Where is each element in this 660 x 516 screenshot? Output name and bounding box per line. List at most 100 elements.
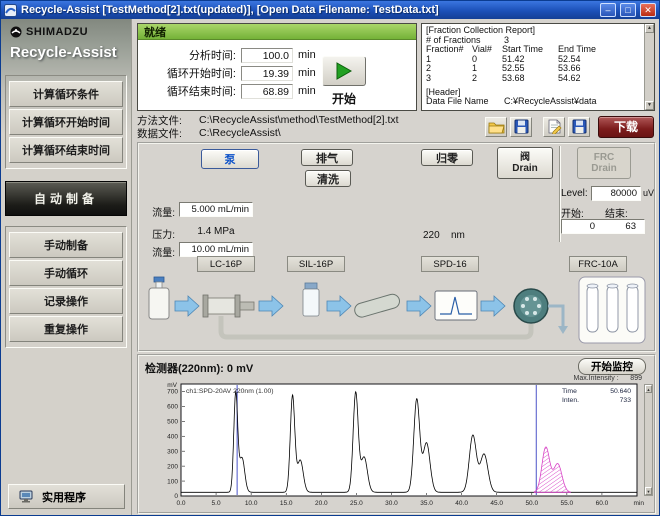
chart-scrollbar[interactable]: ▲ ▼ xyxy=(644,384,653,496)
svg-text:100: 100 xyxy=(167,478,178,485)
col-fraction: Fraction# xyxy=(426,45,472,55)
pump-icon xyxy=(203,295,254,317)
utility-button[interactable]: 实用程序 xyxy=(8,484,125,509)
save-data-file-button[interactable] xyxy=(568,117,590,137)
file-paths: 方法文件: C:\RecycleAssist\method\TestMethod… xyxy=(137,114,482,140)
utility-icon xyxy=(19,490,35,504)
wavelength-unit: nm xyxy=(451,230,465,241)
cycle-start-label: 循环开始时间: xyxy=(144,65,236,81)
detector-title: 检测器(220nm): 0 mV xyxy=(145,360,253,376)
analysis-time-row: 分析时间: 100.0 min xyxy=(144,47,316,63)
app-window: Recycle-Assist [TestMethod[2].txt(update… xyxy=(0,0,660,516)
svg-text:700: 700 xyxy=(167,389,178,396)
calc-start-time-button[interactable]: 计算循环开始时间 xyxy=(9,109,123,135)
status-panel: 就绪 分析时间: 100.0 min 循环开始时间: 19.39 min 循环结… xyxy=(137,23,417,111)
zero-button[interactable]: 归零 xyxy=(421,149,473,166)
level-field[interactable]: 80000 xyxy=(591,186,641,201)
play-icon xyxy=(336,62,352,80)
method-file-value: C:\RecycleAssist\method\TestMethod[2].tx… xyxy=(199,114,399,126)
calc-end-time-button[interactable]: 计算循环结束时间 xyxy=(9,137,123,163)
flow2-label: 流量: xyxy=(139,244,175,259)
svg-text:min: min xyxy=(634,500,645,507)
maximize-button[interactable]: □ xyxy=(620,3,636,17)
minimize-button[interactable]: – xyxy=(600,3,616,17)
detector-icon xyxy=(435,291,477,320)
start-button[interactable] xyxy=(322,56,366,86)
data-file-label: 数据文件: xyxy=(137,126,199,141)
scroll-down-icon[interactable]: ▼ xyxy=(645,487,652,495)
cycle-start-field[interactable]: 19.39 xyxy=(241,66,293,81)
svg-text:40.0: 40.0 xyxy=(455,500,468,507)
cycle-start-unit: min xyxy=(298,67,316,79)
close-button[interactable]: ✕ xyxy=(640,3,656,17)
svg-text:35.0: 35.0 xyxy=(420,500,433,507)
autosampler-vial-icon xyxy=(303,283,319,316)
cycle-end-field[interactable]: 68.89 xyxy=(241,84,293,99)
flow-arrow-icon xyxy=(481,296,505,316)
report-scrollbar[interactable]: ▲ ▼ xyxy=(644,24,654,110)
flow-schematic xyxy=(139,274,653,348)
pressure-value: 1.4 MPa xyxy=(179,226,253,237)
download-button[interactable]: 下载 xyxy=(598,116,654,138)
instrument-diagram-panel: 泵 排气 清洗 归零 阀 Drain FRC Drain 流量: 5.000 m… xyxy=(137,142,656,352)
valve-drain-button[interactable]: 阀 Drain xyxy=(497,147,553,179)
report-column-headers: Fraction# Vial# Start Time End Time xyxy=(426,45,642,55)
recycle-valve-icon xyxy=(514,289,548,323)
flow1-field[interactable]: 5.000 mL/min xyxy=(179,202,253,217)
wavelength-value: 220 xyxy=(423,230,440,241)
save-method-button[interactable] xyxy=(510,117,532,137)
scroll-up-icon[interactable]: ▲ xyxy=(645,385,652,393)
instrument-spd16: SPD-16 xyxy=(421,256,479,272)
analysis-time-field[interactable]: 100.0 xyxy=(241,48,293,63)
column-icon xyxy=(353,293,401,319)
svg-text:733: 733 xyxy=(620,397,632,404)
repeat-operation-button[interactable]: 重复操作 xyxy=(9,316,123,342)
file-bar: 方法文件: C:\RecycleAssist\method\TestMethod… xyxy=(137,112,656,141)
svg-text:55.0: 55.0 xyxy=(561,500,574,507)
svg-text:200: 200 xyxy=(167,463,178,470)
status-state: 就绪 xyxy=(144,24,166,40)
manual-group: 手动制备 手动循环 记录操作 重复操作 xyxy=(5,226,127,348)
flow-arrow-icon xyxy=(327,296,351,316)
svg-text:10.0: 10.0 xyxy=(245,500,258,507)
edit-data-file-button[interactable] xyxy=(543,117,565,137)
svg-text:500: 500 xyxy=(167,419,178,426)
report-row: 1 0 51.42 52.54 xyxy=(426,55,642,65)
scroll-down-icon[interactable]: ▼ xyxy=(645,101,654,110)
recycle-loop-line xyxy=(221,316,531,337)
valve-to-frc-arrow xyxy=(548,306,568,334)
range-start-value: 0 xyxy=(562,221,603,232)
svg-text:60.0: 60.0 xyxy=(596,500,609,507)
brand-area: SHIMADZU xyxy=(1,19,131,38)
manual-cycle-button[interactable]: 手动循环 xyxy=(9,260,123,286)
chromatogram-chart: mV70060050040030020010000.05.010.015.020… xyxy=(141,380,655,510)
frc-drain-button[interactable]: FRC Drain xyxy=(577,147,631,179)
cycle-end-label: 循环结束时间: xyxy=(144,83,236,99)
scroll-up-icon[interactable]: ▲ xyxy=(645,24,654,33)
svg-text:50.640: 50.640 xyxy=(610,388,631,395)
manual-prep-button[interactable]: 手动制备 xyxy=(9,232,123,258)
rinse-button[interactable]: 清洗 xyxy=(305,170,351,187)
start-button-label: 开始 xyxy=(318,90,370,107)
data-file-label: Data File Name xyxy=(426,97,504,107)
open-method-button[interactable] xyxy=(485,117,507,137)
file-edit-icon xyxy=(547,119,562,134)
purge-button[interactable]: 排气 xyxy=(301,149,353,166)
svg-text:ch1:SPD-20AV 220nm (1.00): ch1:SPD-20AV 220nm (1.00) xyxy=(186,388,274,395)
pressure-label: 压力: xyxy=(139,226,175,241)
fraction-report-panel[interactable]: [Fraction Collection Report] # of Fracti… xyxy=(421,23,655,111)
calc-conditions-button[interactable]: 计算循环条件 xyxy=(9,81,123,107)
record-operation-button[interactable]: 记录操作 xyxy=(9,288,123,314)
auto-prep-button[interactable]: 自动制备 xyxy=(5,181,127,216)
data-file-value: C:¥RecycleAssist¥data xyxy=(504,97,642,107)
svg-text:45.0: 45.0 xyxy=(490,500,503,507)
range-values-field[interactable]: 063 xyxy=(561,219,645,234)
flow2-field[interactable]: 10.00 mL/min xyxy=(179,242,253,257)
svg-text:30.0: 30.0 xyxy=(385,500,398,507)
report-row: 2 1 52.55 53.66 xyxy=(426,64,642,74)
cycle-start-row: 循环开始时间: 19.39 min xyxy=(144,65,316,81)
pump-button[interactable]: 泵 xyxy=(201,149,259,169)
svg-text:0.0: 0.0 xyxy=(176,500,185,507)
folder-open-icon xyxy=(488,120,505,134)
start-monitor-button[interactable]: 开始监控 xyxy=(578,358,646,375)
